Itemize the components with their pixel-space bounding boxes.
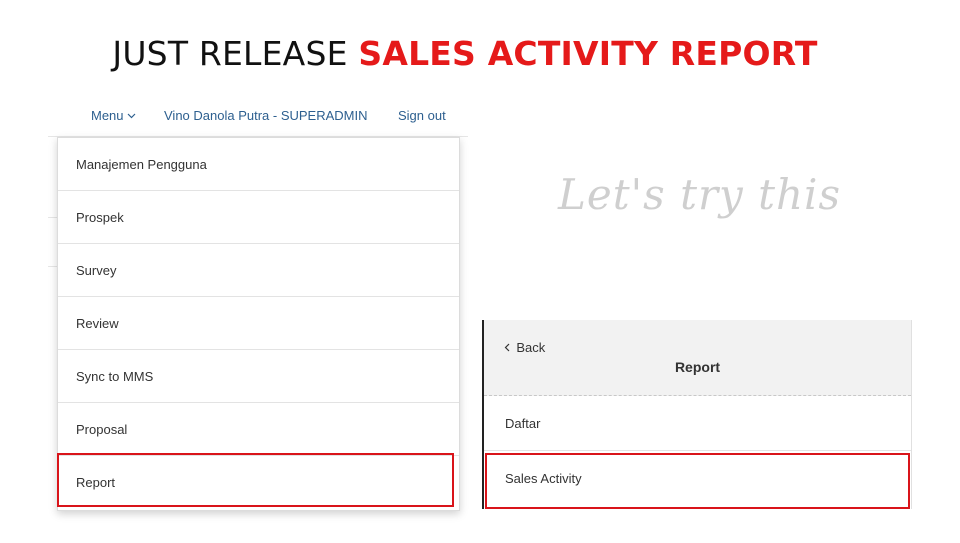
decorative-script-text: Let's try this (558, 170, 842, 219)
menu-item-proposal[interactable]: Proposal (58, 403, 459, 456)
menu-item-manajemen-pengguna[interactable]: Manajemen Pengguna (58, 138, 459, 191)
back-label: Back (516, 340, 546, 355)
menu-item-label: Survey (76, 262, 117, 278)
menu-item-label: Manajemen Pengguna (76, 156, 207, 172)
slide-title: JUST RELEASE SALES ACTIVITY REPORT (0, 32, 930, 76)
title-plain: JUST RELEASE (112, 34, 359, 73)
submenu-header: Back Report (484, 320, 911, 396)
user-profile-link[interactable]: Vino Danola Putra - SUPERADMIN (164, 108, 368, 123)
menu-item-review[interactable]: Review (58, 297, 459, 350)
menu-button[interactable]: Menu (91, 108, 136, 123)
main-menu-dropdown: Manajemen Pengguna Prospek Survey Review… (57, 137, 460, 511)
back-button[interactable]: Back (504, 340, 545, 355)
menu-item-report[interactable]: Report (58, 456, 459, 509)
menu-item-label: Report (76, 475, 116, 490)
menu-item-survey[interactable]: Survey (58, 244, 459, 297)
report-submenu: Back Report Daftar Sales Activity (482, 320, 912, 509)
menu-item-label: Proposal (76, 421, 128, 437)
menu-label: Menu (91, 108, 124, 123)
submenu-item-daftar[interactable]: Daftar (484, 396, 911, 451)
menu-item-sync-to-mms[interactable]: Sync to MMS (58, 350, 459, 403)
submenu-item-label: Sales Activity (505, 471, 582, 486)
menu-item-label: Sync to MMS (76, 368, 154, 384)
menu-item-prospek[interactable]: Prospek (58, 191, 459, 244)
sign-out-link[interactable]: Sign out (398, 108, 446, 123)
menu-item-label: Prospek (76, 209, 124, 225)
submenu-item-label: Daftar (505, 415, 541, 431)
chevron-left-icon (504, 341, 513, 355)
submenu-item-sales-activity[interactable]: Sales Activity (484, 451, 911, 506)
chevron-down-icon (127, 111, 136, 122)
title-accent: SALES ACTIVITY REPORT (358, 34, 818, 73)
submenu-heading: Report (674, 359, 721, 375)
menu-item-label: Review (76, 315, 119, 331)
